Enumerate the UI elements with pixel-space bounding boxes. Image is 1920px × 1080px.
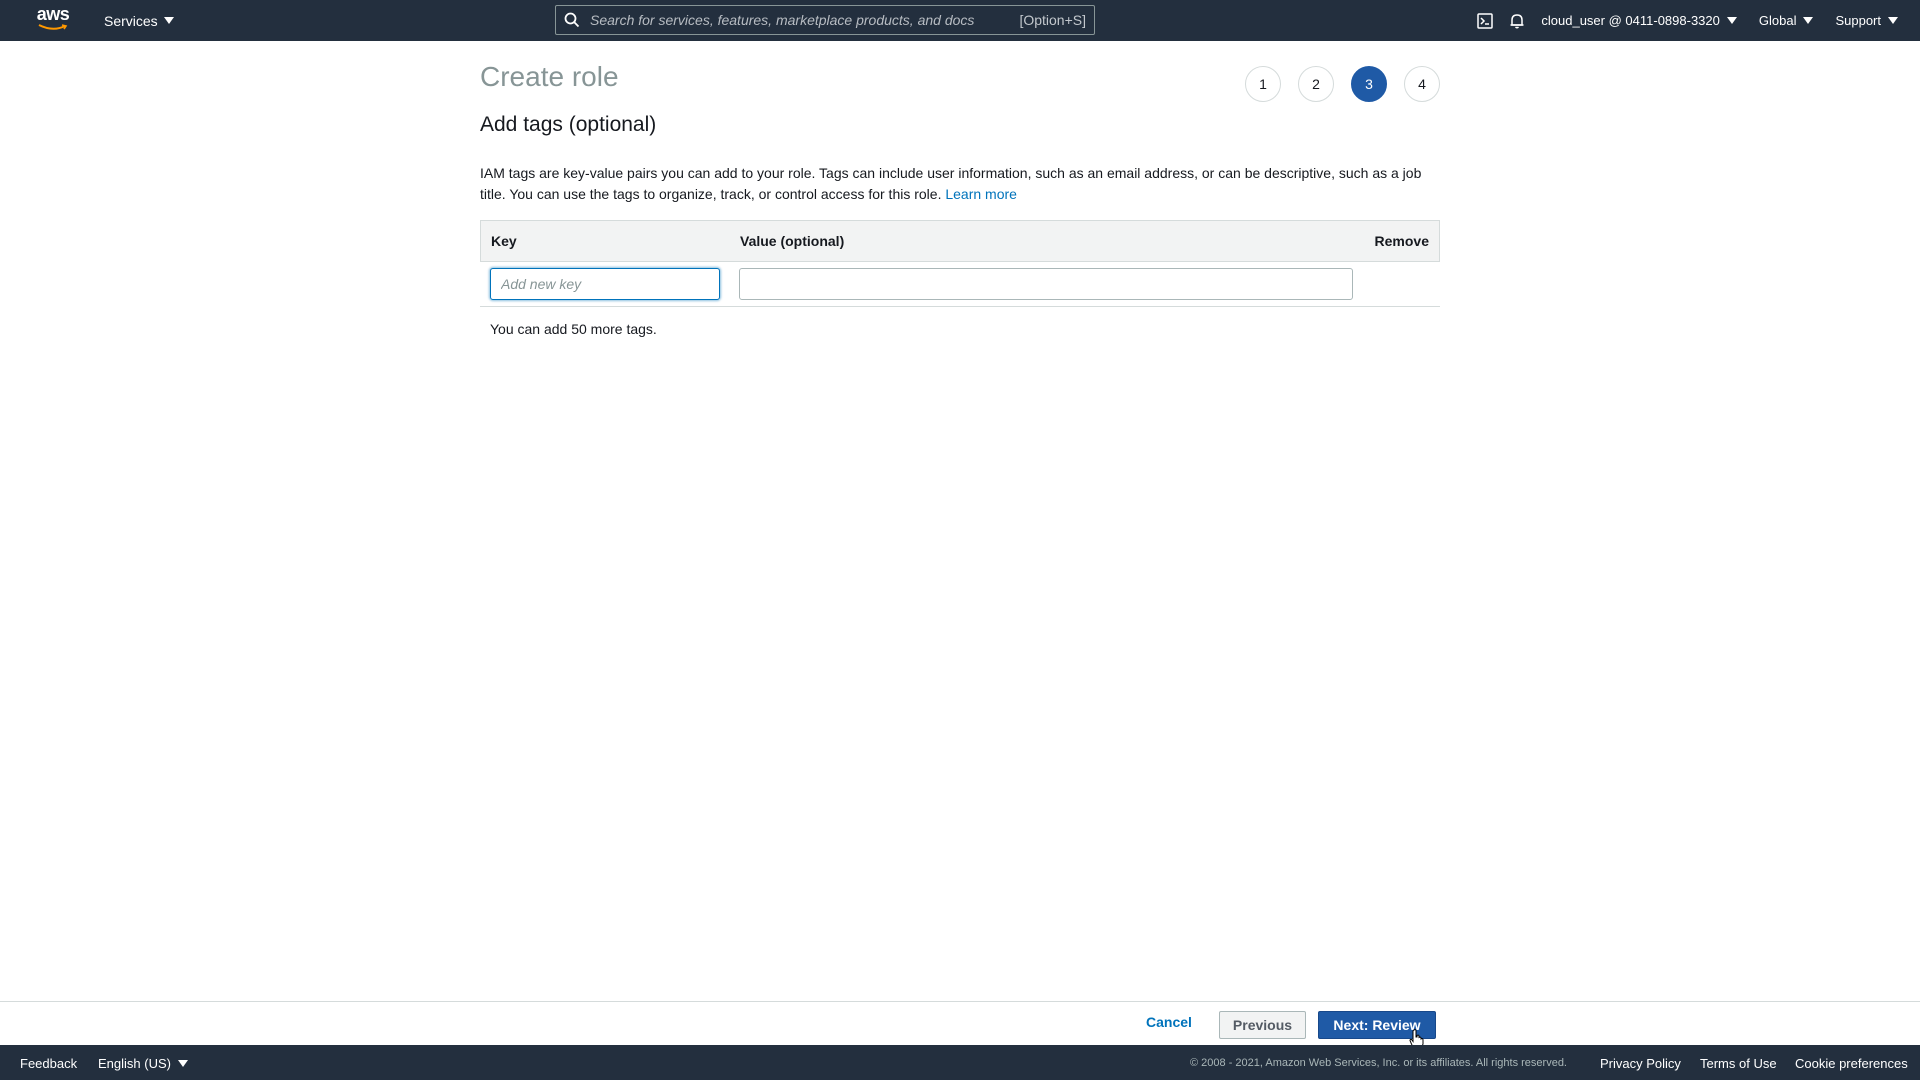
step-1[interactable]: 1 — [1245, 66, 1281, 102]
account-label: cloud_user @ 0411-0898-3320 — [1541, 13, 1720, 28]
services-menu[interactable]: Services — [104, 0, 174, 41]
chevron-down-icon — [163, 17, 174, 24]
copyright-text: © 2008 - 2021, Amazon Web Services, Inc.… — [1190, 1057, 1567, 1069]
tag-value-input[interactable] — [739, 268, 1353, 300]
feedback-link[interactable]: Feedback — [20, 1056, 77, 1071]
step-2[interactable]: 2 — [1298, 66, 1334, 102]
tag-key-input[interactable] — [490, 268, 720, 300]
column-header-key: Key — [491, 233, 517, 249]
chevron-down-icon — [1803, 17, 1814, 24]
chevron-down-icon — [177, 1060, 188, 1067]
search-icon — [564, 12, 580, 28]
tags-description: IAM tags are key-value pairs you can add… — [480, 163, 1440, 205]
top-navigation-bar: aws Services [Option+S] — [0, 0, 1920, 41]
region-label: Global — [1758, 13, 1797, 28]
aws-logo[interactable]: aws — [36, 5, 70, 35]
terms-of-use-link[interactable]: Terms of Use — [1700, 1056, 1777, 1071]
support-menu[interactable]: Support — [1835, 13, 1898, 28]
region-menu[interactable]: Global — [1759, 13, 1814, 28]
tags-remaining-text: You can add 50 more tags. — [490, 321, 657, 337]
language-selector[interactable]: English (US) — [98, 1056, 188, 1071]
cancel-button[interactable]: Cancel — [1140, 1014, 1198, 1030]
page-title: Create role — [480, 61, 619, 92]
column-header-value: Value (optional) — [740, 233, 845, 249]
wizard-steps: 1 2 3 4 — [1245, 66, 1440, 102]
search-input[interactable] — [588, 11, 1020, 29]
aws-logo-text: aws — [36, 4, 70, 24]
chevron-down-icon — [1726, 17, 1737, 24]
step-4[interactable]: 4 — [1404, 66, 1440, 102]
chevron-down-icon — [1888, 17, 1898, 24]
previous-button[interactable]: Previous — [1219, 1011, 1306, 1039]
support-label: Support — [1835, 13, 1881, 28]
tags-table-header: Key Value (optional) Remove — [480, 220, 1440, 262]
next-review-button[interactable]: Next: Review — [1318, 1011, 1436, 1039]
console-footer: Feedback English (US) © 2008 - 2021, Ama… — [0, 1045, 1920, 1080]
column-header-remove: Remove — [1374, 233, 1429, 249]
account-menu[interactable]: cloud_user @ 0411-0898-3320 — [1541, 13, 1737, 28]
global-search[interactable]: [Option+S] — [555, 5, 1095, 35]
language-label: English (US) — [98, 1056, 171, 1071]
aws-smile-icon — [38, 24, 68, 30]
services-label: Services — [104, 12, 158, 29]
search-shortcut-hint: [Option+S] — [1019, 12, 1086, 28]
table-row — [480, 262, 1440, 307]
nav-right-group: cloud_user @ 0411-0898-3320 Global Suppo… — [1477, 0, 1920, 41]
step-3-current[interactable]: 3 — [1351, 66, 1387, 102]
cookie-preferences-link[interactable]: Cookie preferences — [1795, 1056, 1908, 1071]
cloudshell-icon[interactable] — [1477, 12, 1494, 29]
section-title: Add tags (optional) — [480, 113, 657, 136]
learn-more-link[interactable]: Learn more — [945, 186, 1017, 202]
bell-icon[interactable] — [1509, 13, 1525, 29]
privacy-policy-link[interactable]: Privacy Policy — [1600, 1056, 1681, 1071]
tags-table: Key Value (optional) Remove You can add … — [480, 220, 1440, 337]
wizard-action-bar: Cancel Previous Next: Review — [0, 1001, 1920, 1045]
